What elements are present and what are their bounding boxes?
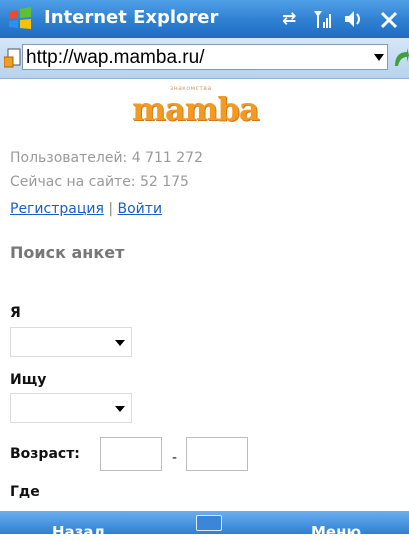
mamba-logo[interactable]: mamba [132, 90, 260, 128]
i-select-arrow-icon [115, 340, 125, 346]
window-title: Internet Explorer [44, 7, 219, 28]
menu-softkey[interactable]: Меню [311, 523, 361, 541]
login-link[interactable]: Войти [118, 201, 163, 217]
windows-start-icon[interactable] [6, 6, 34, 32]
softkey-bar: Назад Меню [0, 511, 409, 541]
go-icon[interactable] [393, 46, 409, 70]
url-field[interactable]: http://wap.mamba.ru/ [22, 44, 388, 70]
age-from-input[interactable] [100, 437, 162, 471]
signal-icon[interactable] [312, 8, 334, 30]
seek-label: Ищу [10, 372, 47, 388]
keyboard-icon[interactable] [196, 515, 222, 531]
register-link[interactable]: Регистрация [10, 201, 104, 217]
age-to-input[interactable] [186, 437, 248, 471]
address-bar: http://wap.mamba.ru/ [0, 38, 409, 79]
connectivity-icon[interactable]: ⇄ [282, 9, 296, 29]
seek-select[interactable] [10, 393, 132, 423]
auth-links: Регистрация | Войти [10, 201, 162, 217]
close-icon[interactable] [379, 10, 399, 30]
users-count: Пользователей: 4 711 272 [10, 150, 203, 166]
i-label: Я [10, 305, 21, 321]
age-separator: - [172, 450, 178, 466]
where-label: Где [10, 484, 40, 500]
i-select[interactable] [10, 327, 132, 357]
back-softkey[interactable]: Назад [52, 523, 106, 541]
volume-icon[interactable] [343, 9, 365, 29]
title-bar: Internet Explorer ⇄ [0, 0, 409, 38]
seek-select-arrow-icon [115, 406, 125, 412]
online-count: Сейчас на сайте: 52 175 [10, 174, 189, 190]
url-text: http://wap.mamba.ru/ [26, 47, 205, 68]
link-separator: | [108, 201, 114, 217]
page-icon [4, 48, 21, 68]
url-dropdown-icon[interactable] [374, 54, 384, 61]
search-heading: Поиск анкет [10, 243, 125, 262]
age-label: Возраст: [10, 446, 80, 462]
